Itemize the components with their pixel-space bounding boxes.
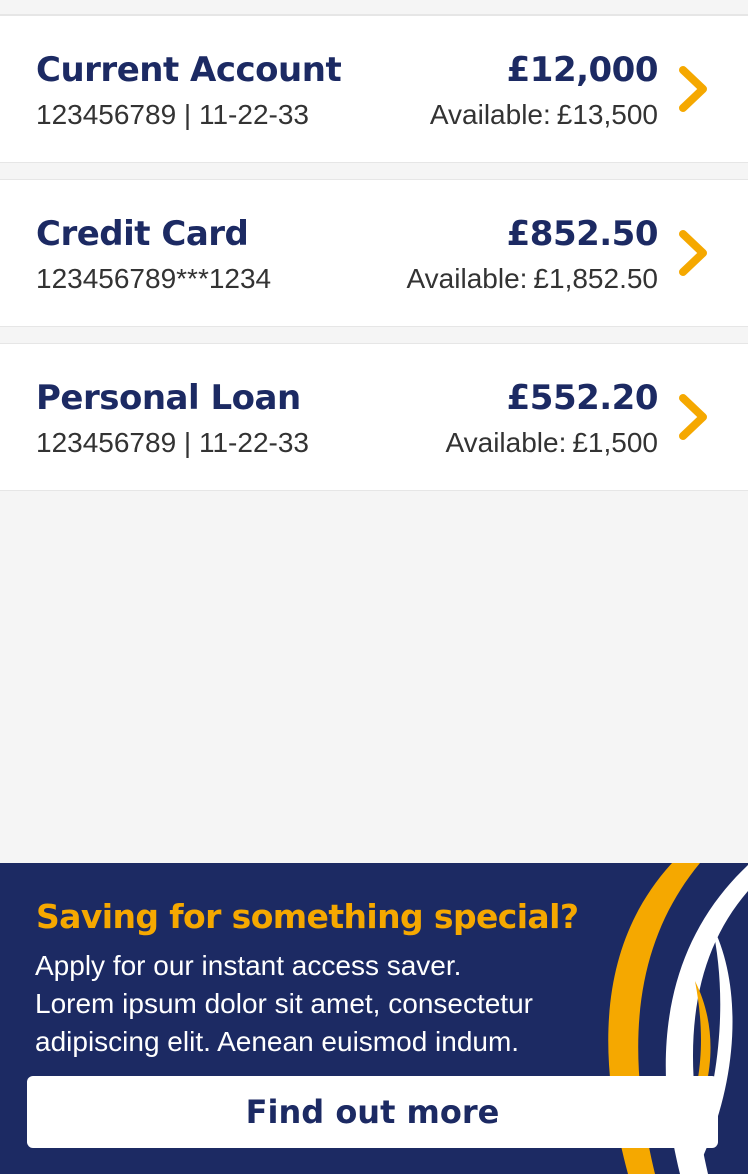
account-available: Available: £1,500 <box>445 427 658 459</box>
account-name: Credit Card <box>36 214 249 254</box>
account-available: Available: £1,852.50 <box>407 263 658 295</box>
promo-body-line: Lorem ipsum dolor sit amet, consectetur <box>35 988 533 1019</box>
account-row-personal-loan[interactable]: Personal Loan 123456789 | 11-22-33 £552.… <box>0 343 748 491</box>
account-name: Personal Loan <box>36 378 301 418</box>
account-balance: £852.50 <box>506 214 659 254</box>
account-row-current-account[interactable]: Current Account 123456789 | 11-22-33 £12… <box>0 15 748 163</box>
promo-body: Apply for our instant access saver. Lore… <box>35 947 595 1061</box>
promo-title: Saving for something special? <box>36 897 579 936</box>
available-value: £1,852.50 <box>533 263 658 294</box>
promo-body-line: Apply for our instant access saver. <box>35 950 462 981</box>
available-label: Available: <box>406 263 528 294</box>
available-label: Available: <box>429 99 551 130</box>
chevron-right-icon[interactable] <box>676 392 710 442</box>
available-value: £13,500 <box>556 99 658 130</box>
promo-banner: Saving for something special? Apply for … <box>0 863 748 1174</box>
top-divider <box>0 0 748 15</box>
account-balance: £12,000 <box>506 50 659 90</box>
chevron-right-icon[interactable] <box>676 228 710 278</box>
available-label: Available: <box>445 427 567 458</box>
chevron-right-icon[interactable] <box>676 64 710 114</box>
promo-body-line: adipiscing elit. Aenean euismod indum. <box>35 1026 520 1057</box>
account-available: Available: £13,500 <box>430 99 658 131</box>
account-number: 123456789 | 11-22-33 <box>36 99 309 130</box>
account-balance: £552.20 <box>506 378 659 418</box>
account-row-credit-card[interactable]: Credit Card 123456789***1234 £852.50 Ava… <box>0 179 748 327</box>
account-name: Current Account <box>36 50 342 90</box>
available-value: £1,500 <box>572 427 658 458</box>
account-number: 123456789***1234 <box>36 263 272 294</box>
account-number: 123456789 | 11-22-33 <box>36 427 309 458</box>
find-out-more-button[interactable]: Find out more <box>27 1076 718 1148</box>
